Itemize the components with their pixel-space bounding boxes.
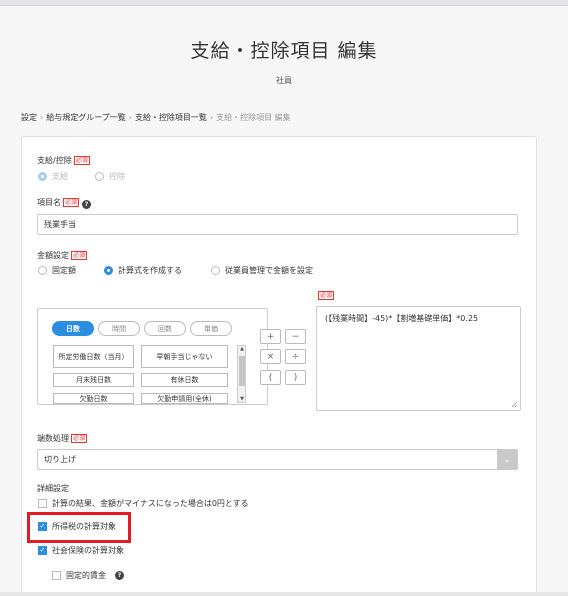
checkbox-negative-zero[interactable]: 計算の結果、金額がマイナスになった場合は0円とする <box>38 498 249 509</box>
breadcrumb-separator: › <box>209 113 214 122</box>
page-title: 支給・控除項目 編集 <box>190 40 378 62</box>
formula-label: 必須 <box>318 291 335 300</box>
calc-item-picker: 日数 時間 回数 単価 所定労働日数（当月） 早朝手当じゃない 月末残日数 有休… <box>37 308 268 405</box>
rounding-label: 端数処理 必須 <box>37 434 88 443</box>
check-icon[interactable]: ✓ <box>38 546 47 555</box>
page-subtitle: 社員 <box>276 76 292 85</box>
tab-days[interactable]: 日数 <box>52 321 94 336</box>
item-name-label: 項目名 必須? <box>37 197 92 209</box>
radio-button[interactable] <box>104 266 113 275</box>
top-bar <box>0 0 568 6</box>
scroll-thumb[interactable] <box>239 356 245 386</box>
radio-payment[interactable]: 支給 <box>38 171 68 182</box>
tab-unit-price[interactable]: 単価 <box>190 321 232 336</box>
radio-employee-managed[interactable]: 従業員管理で金額を設定 <box>211 265 313 276</box>
radio-button[interactable] <box>38 172 47 181</box>
operator-minus-button[interactable]: − <box>285 329 306 344</box>
breadcrumb-items-list[interactable]: 支給・控除項目一覧 <box>135 113 207 122</box>
scroll-down-icon[interactable]: ▼ <box>239 396 245 402</box>
highlight-box <box>27 512 131 543</box>
rounding-select[interactable]: 切り上げ ⌄ <box>37 449 518 470</box>
calc-item[interactable]: 月末残日数 <box>53 373 134 387</box>
radio-formula[interactable]: 計算式を作成する <box>104 265 182 276</box>
radio-button[interactable] <box>95 172 104 181</box>
breadcrumb-separator: › <box>40 113 44 122</box>
resize-handle-icon[interactable] <box>511 401 518 408</box>
tab-hours[interactable]: 時間 <box>98 321 140 336</box>
required-badge: 必須 <box>71 434 88 443</box>
scroll-up-icon[interactable]: ▲ <box>239 346 245 352</box>
breadcrumb-current: 支給・控除項目 編集 <box>216 113 291 122</box>
item-name-input[interactable]: 残業手当 <box>37 214 518 235</box>
formula-textarea[interactable]: (【残業時間】-45)*【割増基礎単価】*0.25 <box>316 306 521 411</box>
calc-item[interactable]: 早朝手当じゃない <box>141 345 228 368</box>
breadcrumb-separator: › <box>128 113 132 122</box>
radio-fixed-amount[interactable]: 固定額 <box>38 265 76 276</box>
checkbox[interactable] <box>52 571 61 580</box>
breadcrumb-settings[interactable]: 設定 <box>21 113 37 122</box>
tab-count[interactable]: 回数 <box>144 321 186 336</box>
operator-multiply-button[interactable]: × <box>260 349 281 364</box>
radio-deduction[interactable]: 控除 <box>95 171 125 182</box>
help-icon[interactable]: ? <box>82 200 92 209</box>
calc-item[interactable]: 有休日数 <box>141 373 228 387</box>
items-scrollbar[interactable]: ▲ ▼ <box>237 345 246 403</box>
required-badge: 必須 <box>71 251 88 260</box>
checkbox[interactable] <box>38 499 47 508</box>
radio-button[interactable] <box>211 266 220 275</box>
paren-open-button[interactable]: ( <box>260 370 281 385</box>
chevron-down-icon[interactable]: ⌄ <box>497 450 517 469</box>
breadcrumb-payroll-groups[interactable]: 給与規定グループ一覧 <box>46 113 126 122</box>
operator-plus-button[interactable]: + <box>260 329 281 344</box>
calc-item[interactable]: 所定労働日数（当月） <box>53 345 134 368</box>
calc-item[interactable]: 欠勤日数 <box>53 393 134 404</box>
checkbox-fixed-wage[interactable]: 固定的賃金 ? <box>52 570 124 581</box>
required-badge: 必須 <box>63 198 80 207</box>
required-badge: 必須 <box>73 156 90 165</box>
detail-settings-label: 詳細設定 <box>37 484 69 493</box>
calc-item[interactable]: 欠勤申請用(全休) <box>141 393 228 404</box>
required-badge: 必須 <box>318 291 335 300</box>
radio-button[interactable] <box>38 266 47 275</box>
help-icon[interactable]: ? <box>115 571 124 580</box>
operator-divide-button[interactable]: ÷ <box>285 349 306 364</box>
bottom-strip <box>0 592 568 596</box>
breadcrumb: 設定 › 給与規定グループ一覧 › 支給・控除項目一覧 › 支給・控除項目 編集 <box>21 112 291 123</box>
checkbox-social-insurance[interactable]: ✓ 社会保険の計算対象 <box>38 545 124 556</box>
amount-setting-label: 金額設定 必須 <box>37 251 88 260</box>
paren-close-button[interactable]: ) <box>285 370 306 385</box>
type-label: 支給/控除 必須 <box>37 156 90 165</box>
